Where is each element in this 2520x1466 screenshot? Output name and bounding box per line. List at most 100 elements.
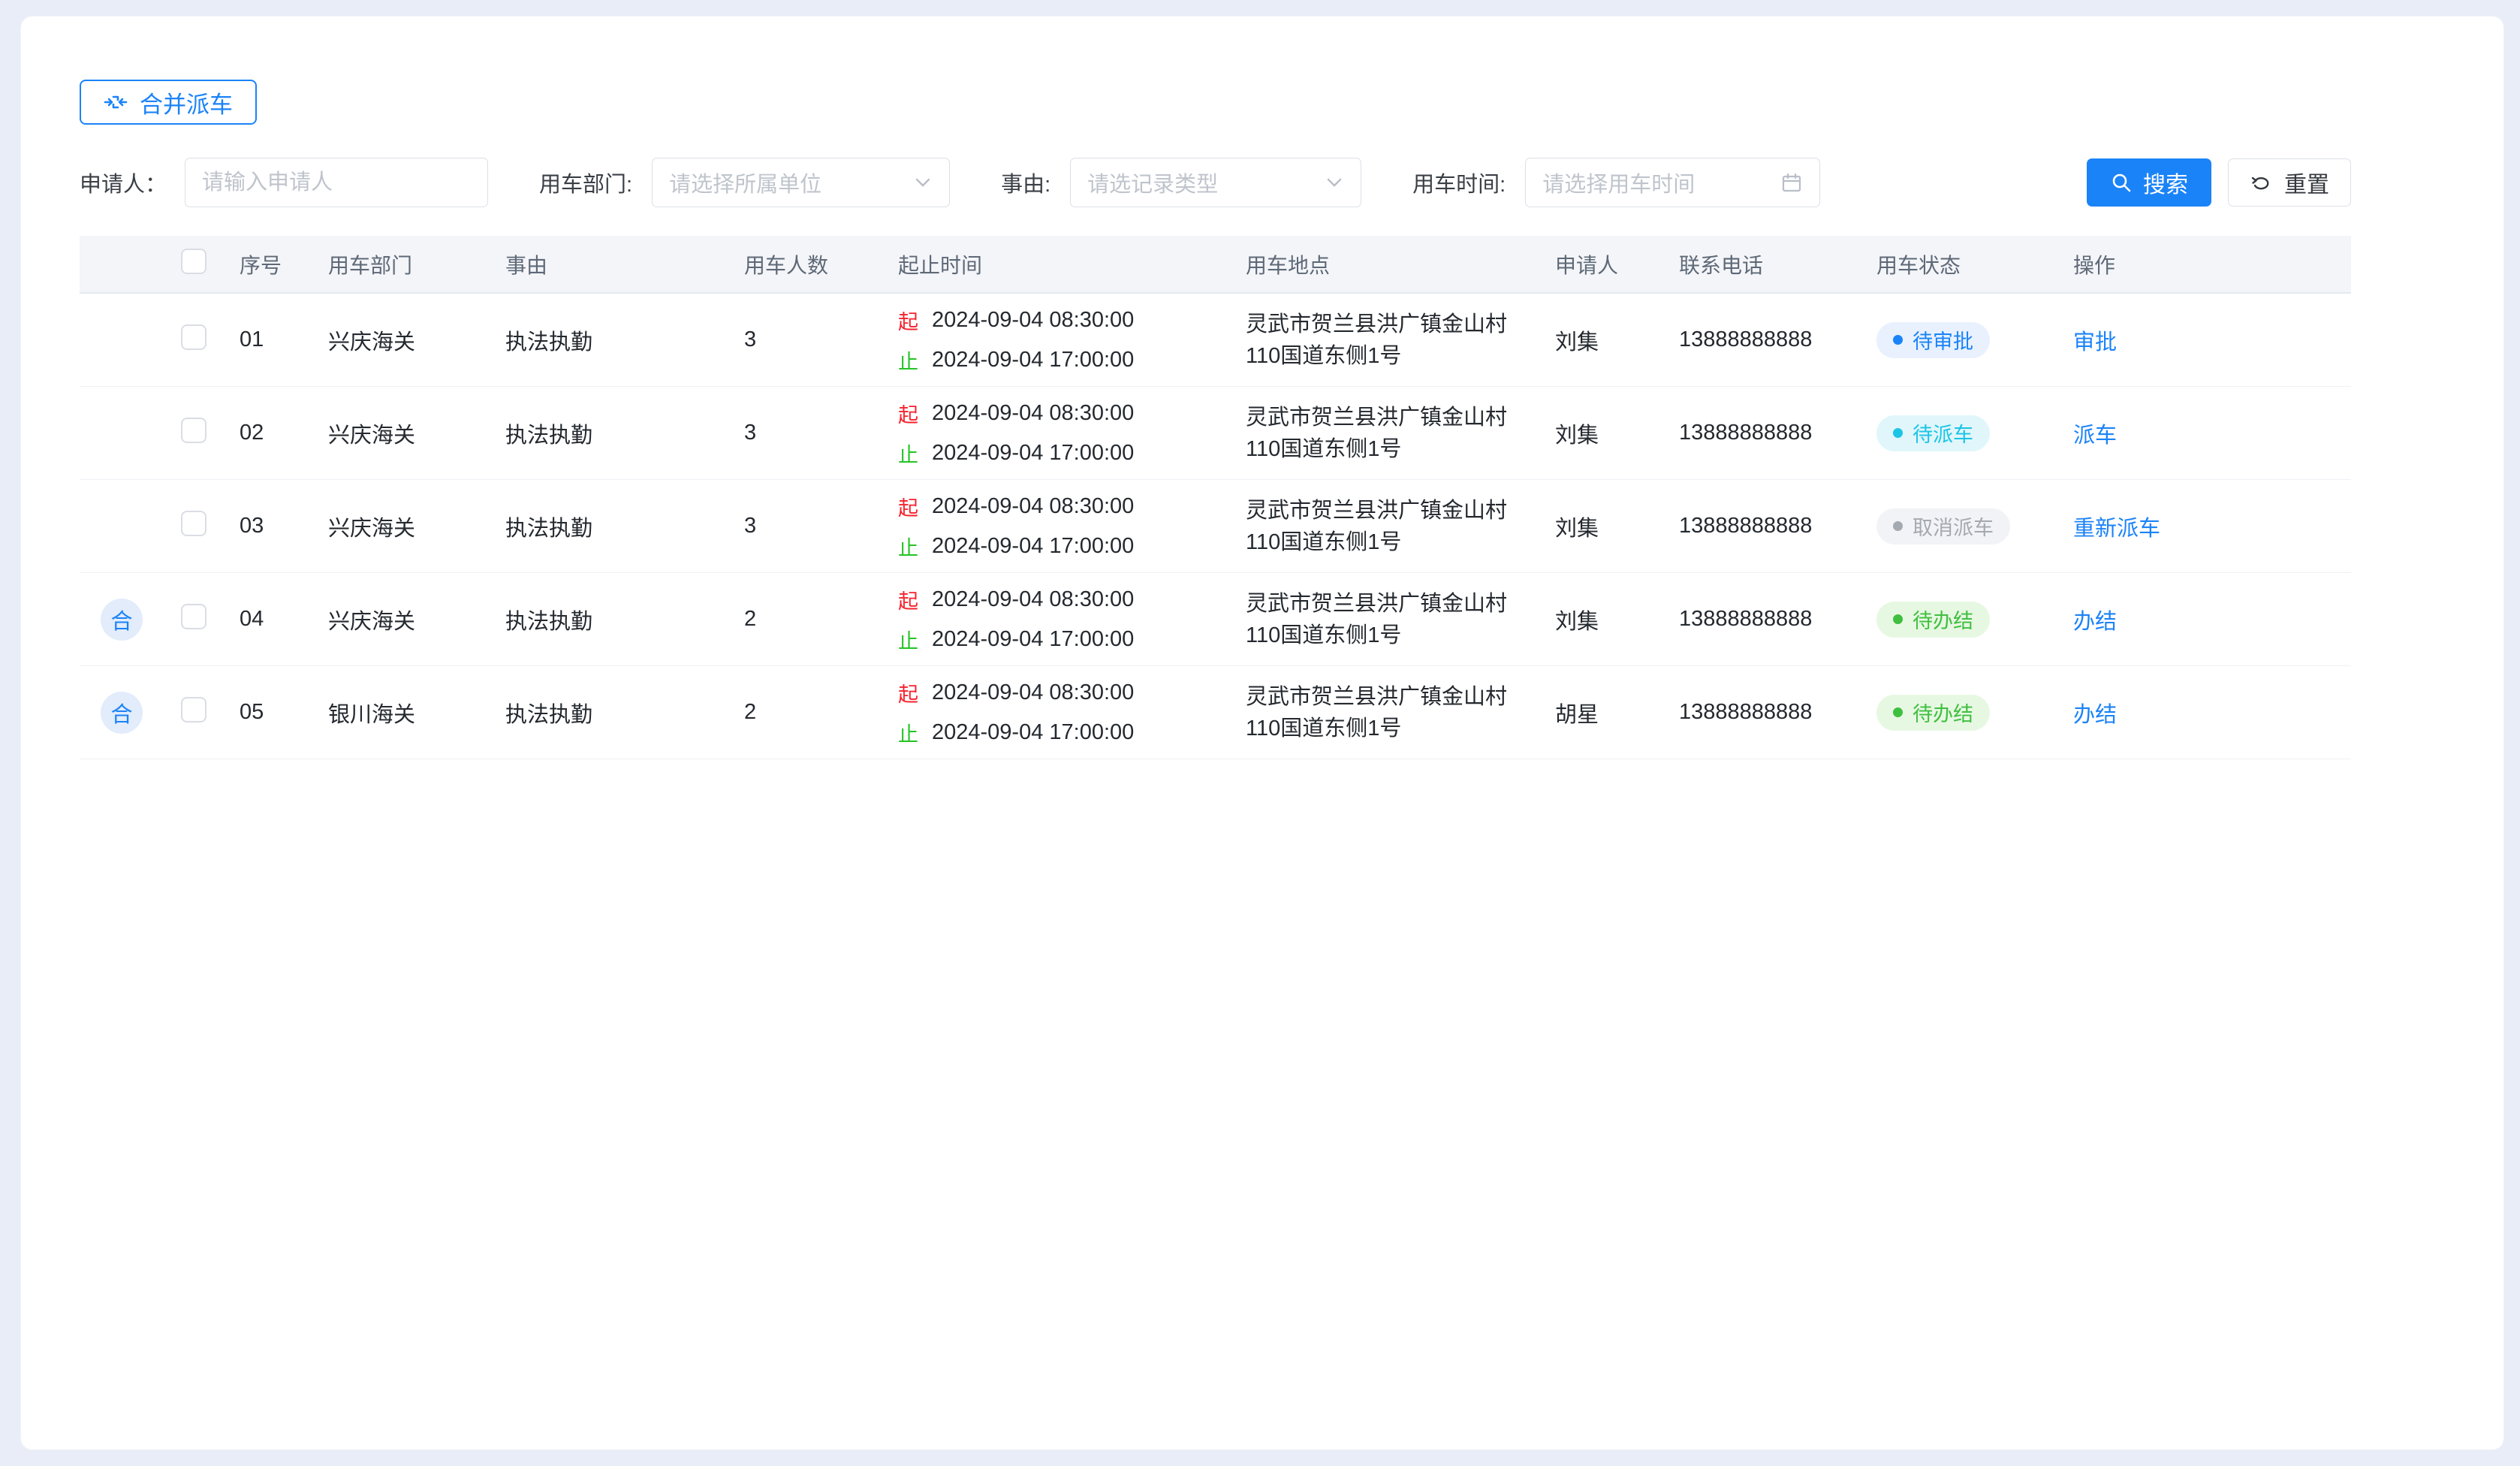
row-checkbox[interactable] (181, 697, 206, 722)
start-label: 起 (898, 585, 918, 614)
header-phone: 联系电话 (1679, 249, 1876, 279)
merge-badge: 合 (101, 599, 143, 641)
table-row: 02 兴庆海关 执法执勤 3 起 2024-09-04 08:30:00 止 2… (80, 387, 2351, 480)
dispatch-table: 序号 用车部门 事由 用车人数 起止时间 用车地点 申请人 联系电话 用车状态 … (80, 236, 2351, 759)
cell-applicant: 刘集 (1555, 418, 1679, 449)
row-checkbox[interactable] (181, 604, 206, 629)
merge-icon (104, 90, 128, 114)
cell-department: 兴庆海关 (328, 418, 505, 449)
calendar-icon (1780, 171, 1803, 194)
status-badge: 待派车 (1876, 415, 1990, 451)
cell-time-range: 起 2024-09-04 08:30:00 止 2024-09-04 17:00… (898, 399, 1246, 468)
end-label: 止 (898, 532, 918, 561)
cell-applicant: 刘集 (1555, 604, 1679, 635)
end-time: 2024-09-04 17:00:00 (932, 627, 1134, 652)
location-line-2: 110国道东侧1号 (1246, 713, 1525, 744)
cell-people: 3 (744, 421, 898, 445)
main-card: 合并派车 申请人： 用车部门: 请选择所属单位 事由: 请选记录类型 (20, 16, 2504, 1450)
header-department: 用车部门 (328, 249, 505, 279)
cell-phone: 13888888888 (1679, 514, 1876, 538)
location-line-2: 110国道东侧1号 (1246, 433, 1525, 465)
use-time-placeholder: 请选择用车时间 (1542, 167, 1695, 198)
start-time: 2024-09-04 08:30:00 (932, 587, 1134, 612)
start-time: 2024-09-04 08:30:00 (932, 401, 1134, 426)
cell-department: 银川海关 (328, 697, 505, 728)
location-line-2: 110国道东侧1号 (1246, 620, 1525, 651)
search-button[interactable]: 搜索 (2087, 158, 2211, 207)
reason-label: 事由: (1001, 167, 1051, 198)
row-checkbox[interactable] (181, 324, 206, 350)
cell-department: 兴庆海关 (328, 511, 505, 542)
cell-index: 04 (240, 607, 328, 632)
status-dot-icon (1893, 614, 1903, 624)
header-time-range: 起止时间 (898, 249, 1246, 279)
header-location: 用车地点 (1246, 249, 1555, 279)
use-time-input[interactable]: 请选择用车时间 (1525, 158, 1820, 207)
end-label: 止 (898, 345, 918, 375)
select-all-checkbox[interactable] (181, 249, 206, 274)
cell-department: 兴庆海关 (328, 324, 505, 356)
status-badge: 取消派车 (1876, 508, 2010, 544)
cell-people: 3 (744, 327, 898, 352)
row-action-link[interactable]: 派车 (2073, 424, 2117, 448)
start-time: 2024-09-04 08:30:00 (932, 680, 1134, 705)
applicant-input-wrap (185, 158, 488, 207)
row-checkbox[interactable] (181, 511, 206, 536)
row-action-link[interactable]: 办结 (2073, 703, 2117, 727)
cell-reason: 执法执勤 (505, 418, 744, 449)
cell-people: 2 (744, 607, 898, 632)
merge-badge: 合 (101, 692, 143, 734)
reset-button[interactable]: 重置 (2228, 158, 2351, 207)
applicant-input[interactable] (185, 158, 487, 207)
reset-icon (2250, 170, 2274, 195)
location-line-1: 灵武市贺兰县洪广镇金山村 (1246, 402, 1525, 433)
status-dot-icon (1893, 707, 1903, 717)
reason-select-placeholder: 请选记录类型 (1087, 167, 1218, 198)
cell-reason: 执法执勤 (505, 511, 744, 542)
cell-index: 05 (240, 700, 328, 725)
cell-time-range: 起 2024-09-04 08:30:00 止 2024-09-04 17:00… (898, 585, 1246, 654)
row-action-link[interactable]: 审批 (2073, 330, 2117, 354)
cell-people: 3 (744, 514, 898, 538)
cell-reason: 执法执勤 (505, 324, 744, 356)
location-line-2: 110国道东侧1号 (1246, 340, 1525, 372)
search-icon (2110, 171, 2133, 194)
cell-applicant: 刘集 (1555, 324, 1679, 356)
department-select[interactable]: 请选择所属单位 (652, 158, 950, 207)
table-row: 合 04 兴庆海关 执法执勤 2 起 2024-09-04 08:30:00 止… (80, 573, 2351, 666)
cell-reason: 执法执勤 (505, 697, 744, 728)
location-line-1: 灵武市贺兰县洪广镇金山村 (1246, 495, 1525, 526)
row-action-link[interactable]: 重新派车 (2073, 517, 2160, 541)
cell-applicant: 刘集 (1555, 511, 1679, 542)
table-row: 01 兴庆海关 执法执勤 3 起 2024-09-04 08:30:00 止 2… (80, 294, 2351, 387)
department-label: 用车部门: (539, 167, 632, 198)
use-time-label: 用车时间: (1412, 167, 1506, 198)
status-dot-icon (1893, 335, 1903, 345)
status-label: 待审批 (1913, 325, 1973, 354)
cell-time-range: 起 2024-09-04 08:30:00 止 2024-09-04 17:00… (898, 306, 1246, 375)
chevron-down-icon (913, 173, 933, 192)
cell-reason: 执法执勤 (505, 604, 744, 635)
row-checkbox[interactable] (181, 418, 206, 443)
end-label: 止 (898, 718, 918, 747)
status-label: 待办结 (1913, 698, 1973, 727)
cell-location: 灵武市贺兰县洪广镇金山村 110国道东侧1号 (1246, 681, 1555, 744)
start-label: 起 (898, 678, 918, 707)
status-label: 待办结 (1913, 605, 1973, 634)
header-actions: 操作 (2073, 249, 2351, 279)
header-index: 序号 (240, 249, 328, 279)
cell-index: 02 (240, 421, 328, 445)
end-label: 止 (898, 625, 918, 654)
cell-location: 灵武市贺兰县洪广镇金山村 110国道东侧1号 (1246, 588, 1555, 651)
cell-location: 灵武市贺兰县洪广镇金山村 110国道东侧1号 (1246, 495, 1555, 558)
department-select-placeholder: 请选择所属单位 (669, 167, 821, 198)
cell-phone: 13888888888 (1679, 421, 1876, 445)
row-action-link[interactable]: 办结 (2073, 610, 2117, 634)
end-time: 2024-09-04 17:00:00 (932, 348, 1134, 373)
location-line-1: 灵武市贺兰县洪广镇金山村 (1246, 588, 1525, 620)
reason-select[interactable]: 请选记录类型 (1070, 158, 1361, 207)
cell-time-range: 起 2024-09-04 08:30:00 止 2024-09-04 17:00… (898, 492, 1246, 561)
end-time: 2024-09-04 17:00:00 (932, 534, 1134, 559)
merge-dispatch-button[interactable]: 合并派车 (80, 80, 257, 125)
start-time: 2024-09-04 08:30:00 (932, 494, 1134, 519)
